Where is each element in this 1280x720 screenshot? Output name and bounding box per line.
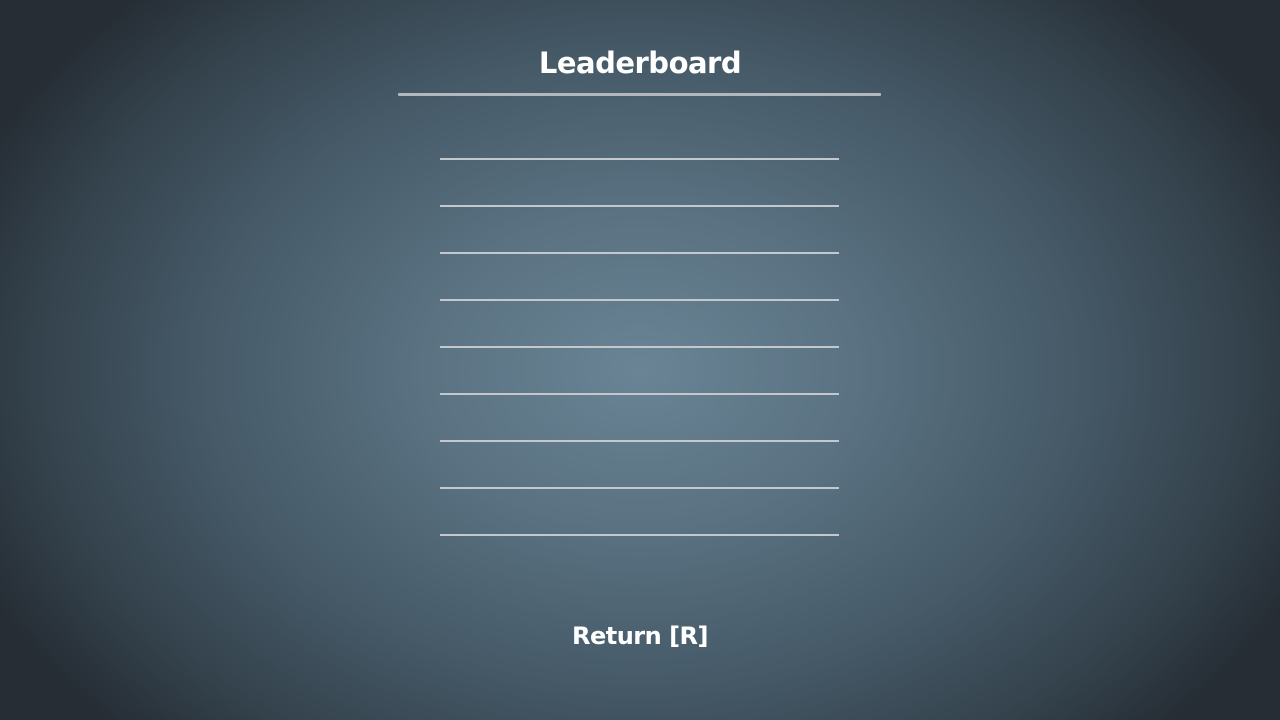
leaderboard-row bbox=[440, 207, 839, 254]
title-underline bbox=[398, 93, 881, 96]
leaderboard-row bbox=[440, 442, 839, 489]
leaderboard-list bbox=[440, 113, 839, 536]
leaderboard-row bbox=[440, 301, 839, 348]
leaderboard-row bbox=[440, 113, 839, 160]
leaderboard-row bbox=[440, 160, 839, 207]
leaderboard-row bbox=[440, 254, 839, 301]
leaderboard-screen: Leaderboard Return [R] bbox=[0, 0, 1280, 720]
return-button[interactable]: Return [R] bbox=[0, 622, 1280, 650]
leaderboard-row bbox=[440, 489, 839, 536]
leaderboard-row bbox=[440, 348, 839, 395]
leaderboard-row bbox=[440, 395, 839, 442]
page-title: Leaderboard bbox=[538, 46, 742, 80]
